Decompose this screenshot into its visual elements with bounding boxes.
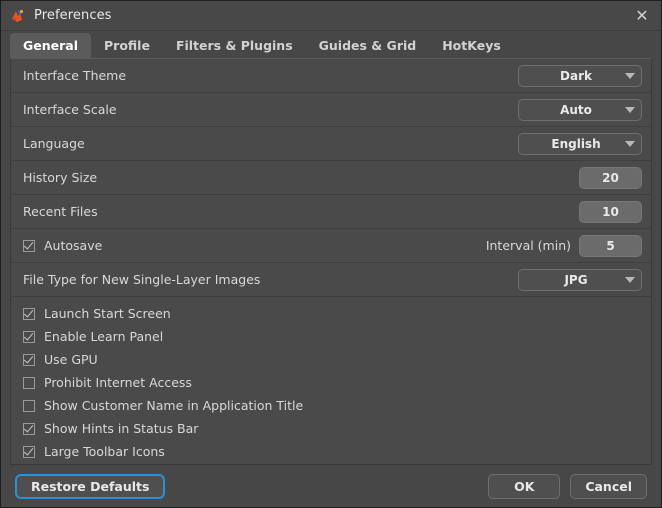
history-size-input[interactable]: 20: [579, 166, 642, 189]
row-interface-scale: Interface Scale Auto: [11, 93, 651, 127]
preferences-dialog: Preferences ✕ General Profile Filters & …: [0, 0, 662, 508]
dropdown-interface-theme-value: Dark: [560, 68, 592, 83]
autosave-interval-value: 5: [606, 238, 615, 253]
dropdown-interface-scale[interactable]: Auto: [518, 98, 642, 121]
label-recent-files: Recent Files: [23, 204, 98, 219]
autosave-interval-input[interactable]: 5: [579, 234, 642, 257]
dropdown-language-value: English: [551, 136, 601, 151]
label-prohibit-internet-access: Prohibit Internet Access: [44, 375, 192, 390]
dropdown-language[interactable]: English: [518, 132, 642, 155]
dropdown-interface-theme[interactable]: Dark: [518, 64, 642, 87]
tab-general[interactable]: General: [10, 33, 91, 58]
window-title: Preferences: [34, 8, 112, 23]
row-recent-files: Recent Files 10: [11, 195, 651, 229]
label-show-customer-name: Show Customer Name in Application Title: [44, 398, 304, 413]
recent-files-input[interactable]: 10: [579, 200, 642, 223]
label-interface-scale: Interface Scale: [23, 102, 117, 117]
label-history-size: History Size: [23, 170, 98, 185]
label-autosave-interval: Interval (min): [485, 238, 571, 253]
checkbox-row-large-toolbar-icons[interactable]: Large Toolbar Icons: [11, 440, 651, 463]
checkbox-row-launch-start-screen[interactable]: Launch Start Screen: [11, 302, 651, 325]
use-gpu-checkbox[interactable]: [23, 353, 35, 366]
row-interface-theme: Interface Theme Dark: [11, 59, 651, 93]
chevron-down-icon: [619, 106, 641, 113]
app-logo-icon: [9, 7, 27, 25]
recent-files-value: 10: [602, 204, 619, 219]
checkbox-row-prohibit-internet-access[interactable]: Prohibit Internet Access: [11, 371, 651, 394]
label-show-hints-status-bar: Show Hints in Status Bar: [44, 421, 199, 436]
label-large-toolbar-icons: Large Toolbar Icons: [44, 444, 165, 459]
enable-learn-panel-checkbox[interactable]: [23, 330, 35, 343]
label-file-type: File Type for New Single-Layer Images: [23, 272, 261, 287]
chevron-down-icon: [619, 140, 641, 147]
label-language: Language: [23, 136, 85, 151]
autosave-checkbox-group[interactable]: Autosave: [23, 238, 486, 253]
chevron-down-icon: [619, 276, 641, 283]
show-hints-status-bar-checkbox[interactable]: [23, 422, 35, 435]
prohibit-internet-access-checkbox[interactable]: [23, 376, 35, 389]
label-use-gpu: Use GPU: [44, 352, 98, 367]
checkbox-row-use-gpu[interactable]: Use GPU: [11, 348, 651, 371]
checkbox-row-show-customer-name[interactable]: Show Customer Name in Application Title: [11, 394, 651, 417]
dropdown-file-type-value: JPG: [564, 272, 588, 287]
dropdown-file-type[interactable]: JPG: [518, 268, 642, 291]
tab-guides-grid[interactable]: Guides & Grid: [306, 33, 430, 58]
checkbox-row-enable-learn-panel[interactable]: Enable Learn Panel: [11, 325, 651, 348]
autosave-checkbox[interactable]: [23, 239, 35, 252]
restore-defaults-button[interactable]: Restore Defaults: [15, 473, 166, 499]
label-autosave: Autosave: [44, 238, 103, 253]
row-history-size: History Size 20: [11, 161, 651, 195]
footer-actions: OK Cancel: [488, 473, 647, 499]
row-language: Language English: [11, 127, 651, 161]
label-interface-theme: Interface Theme: [23, 68, 127, 83]
large-toolbar-icons-checkbox[interactable]: [23, 445, 35, 458]
row-file-type: File Type for New Single-Layer Images JP…: [11, 263, 651, 297]
launch-start-screen-checkbox[interactable]: [23, 307, 35, 320]
label-launch-start-screen: Launch Start Screen: [44, 306, 171, 321]
row-autosave: Autosave Interval (min) 5: [11, 229, 651, 263]
chevron-down-icon: [619, 72, 641, 79]
title-bar: Preferences ✕: [1, 1, 661, 31]
tab-hotkeys[interactable]: HotKeys: [429, 33, 514, 58]
close-icon[interactable]: ✕: [623, 1, 661, 30]
tab-profile[interactable]: Profile: [91, 33, 163, 58]
settings-panel: Interface Theme Dark Interface Scale Aut…: [10, 58, 652, 465]
history-size-value: 20: [602, 170, 619, 185]
checkbox-row-show-hints-status-bar[interactable]: Show Hints in Status Bar: [11, 417, 651, 440]
show-customer-name-checkbox[interactable]: [23, 399, 35, 412]
cancel-button[interactable]: Cancel: [570, 473, 647, 499]
ok-button[interactable]: OK: [488, 473, 561, 499]
tab-bar: General Profile Filters & Plugins Guides…: [1, 31, 661, 58]
label-enable-learn-panel: Enable Learn Panel: [44, 329, 164, 344]
tab-filters-plugins[interactable]: Filters & Plugins: [163, 33, 306, 58]
dropdown-interface-scale-value: Auto: [560, 102, 592, 117]
dialog-footer: Restore Defaults OK Cancel: [1, 465, 661, 507]
panel-filler: [11, 463, 651, 464]
